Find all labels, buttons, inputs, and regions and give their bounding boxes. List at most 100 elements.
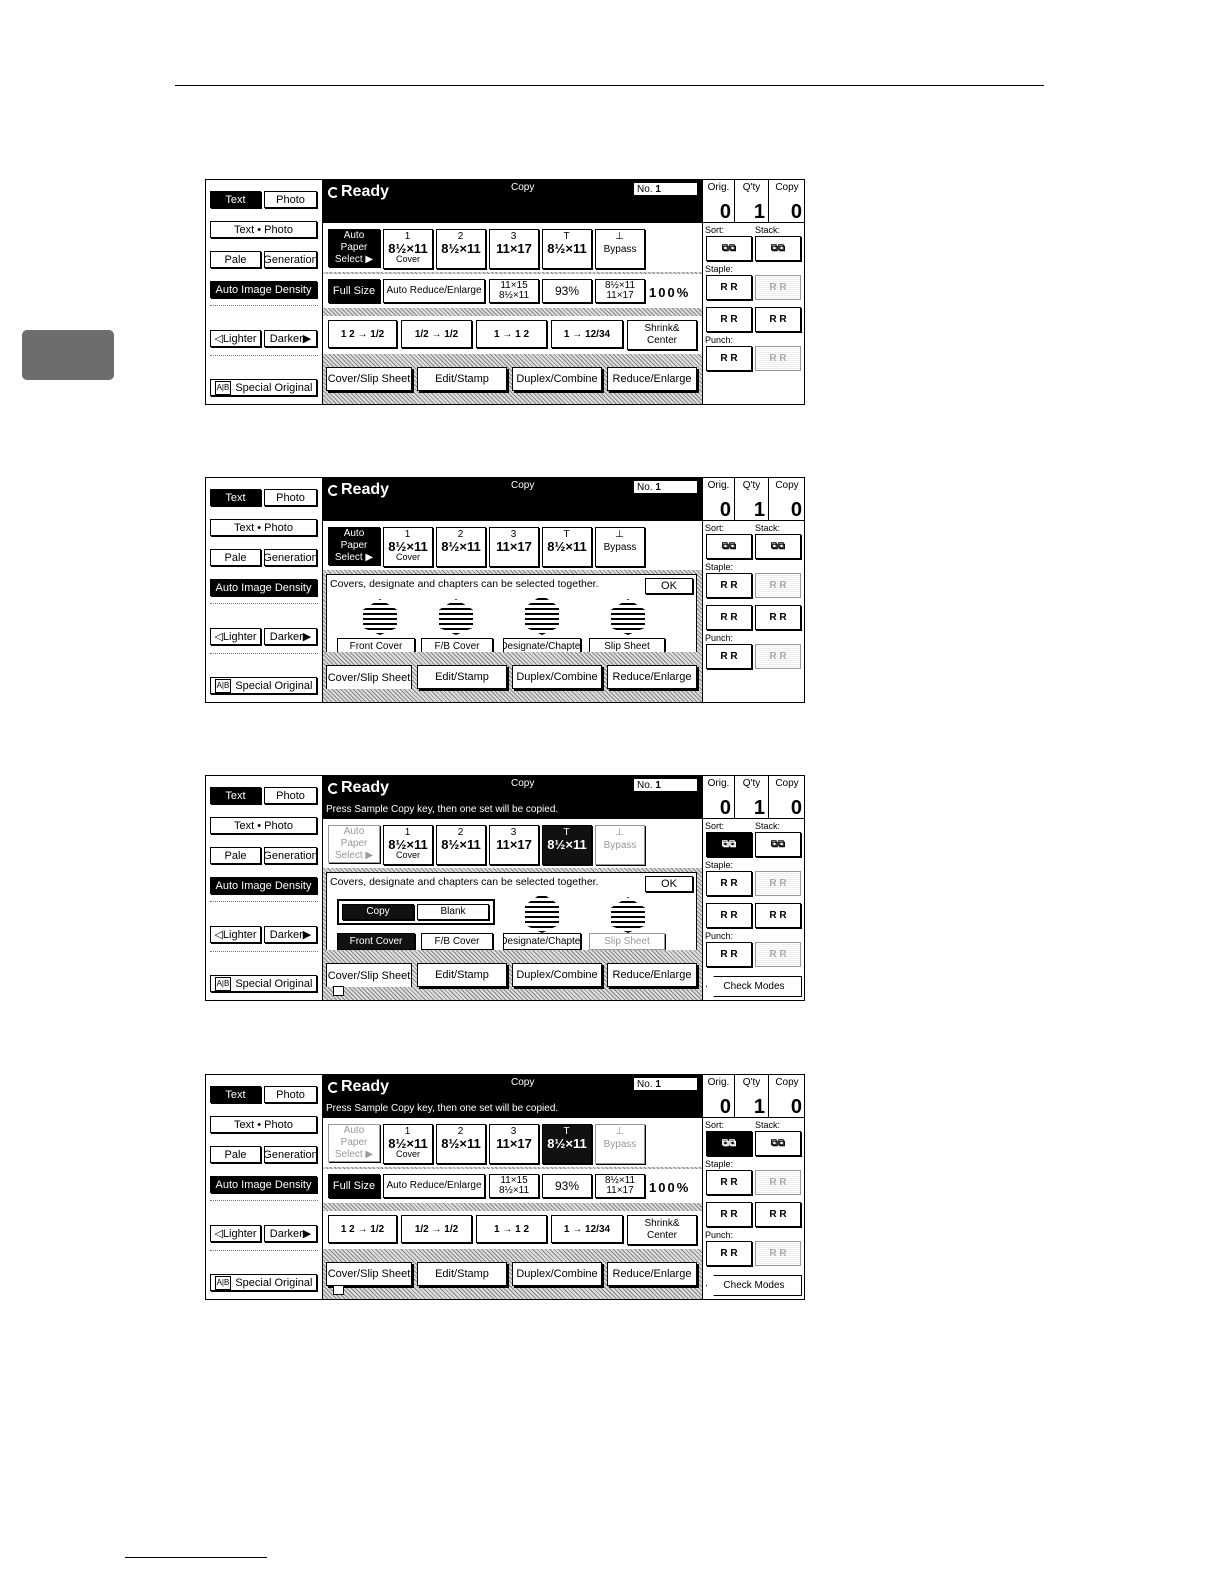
blank-cover-button[interactable]: Blank [417,904,489,920]
generation-mode-button[interactable]: Generation [264,1146,317,1163]
combine-2-button[interactable]: 1/2 → 1/2 [401,320,472,348]
staple-top-left-button[interactable]: R R [706,871,752,896]
staple-double-top-button[interactable]: R R [755,605,801,630]
sort-button[interactable]: ⧉⧉ [706,236,752,261]
combine-4-button[interactable]: 1 → 12/34 [551,1215,623,1243]
tab-duplex-combine[interactable]: Duplex/Combine [512,1262,602,1286]
bypass-tray-button[interactable]: ⊥ Bypass [595,229,645,269]
shrink-center-button[interactable]: Shrink& Center [627,1215,697,1245]
tab-cover-slip-sheet[interactable]: Cover/Slip Sheet [326,1262,412,1286]
punch-top-button[interactable]: R R [755,644,801,669]
auto-reduce-enlarge-button[interactable]: Auto Reduce/Enlarge [383,1174,485,1198]
tab-cover-slip-sheet[interactable]: Cover/Slip Sheet [326,367,412,391]
auto-paper-select-button[interactable]: Auto Paper Select ▶ [328,825,380,863]
tray-1-button[interactable]: 1 8½×11 Cover [383,825,433,865]
punch-top-button[interactable]: R R [755,942,801,967]
darker-button[interactable]: Darker▶ [264,1225,317,1242]
combine-3-button[interactable]: 1 → 1 2 [476,320,547,348]
generation-mode-button[interactable]: Generation [264,549,317,566]
full-size-button[interactable]: Full Size [328,1174,380,1198]
combine-1-button[interactable]: 1 2 → 1/2 [328,1215,397,1243]
staple-double-top-button[interactable]: R R [755,307,801,332]
auto-reduce-enlarge-button[interactable]: Auto Reduce/Enlarge [383,279,485,303]
ratio-93-button[interactable]: 93% [542,1174,592,1198]
stack-button[interactable]: ⧉⧉ [755,832,801,857]
ratio-11x15-button[interactable]: 11×15 8½×11 [489,279,539,303]
ratio-8x11-11x17-button[interactable]: 8½×11 11×17 [595,279,645,303]
staple-double-left-button[interactable]: R R [706,605,752,630]
combine-3-button[interactable]: 1 → 1 2 [476,1215,547,1243]
tray-2-button[interactable]: 2 8½×11 [436,825,486,865]
auto-image-density-button[interactable]: Auto Image Density [210,281,317,298]
pale-mode-button[interactable]: Pale [210,1146,261,1163]
staple-top-left-button[interactable]: R R [706,1170,752,1195]
check-modes-button[interactable]: Check Modes [706,976,802,997]
tray-lct-button[interactable]: T 8½×11 [542,825,592,865]
sort-button[interactable]: ⧉⧉ [706,534,752,559]
lighter-button[interactable]: ◁Lighter [210,330,261,347]
auto-image-density-button[interactable]: Auto Image Density [210,579,317,596]
combine-2-button[interactable]: 1/2 → 1/2 [401,1215,472,1243]
photo-mode-button[interactable]: Photo [264,1086,317,1103]
lighter-button[interactable]: ◁Lighter [210,926,261,943]
tab-cover-slip-sheet[interactable]: Cover/Slip Sheet [326,665,412,689]
text-photo-mode-button[interactable]: Text • Photo [210,519,317,536]
fb-cover-button[interactable]: F/B Cover [421,933,493,950]
sort-button[interactable]: ⧉⧉ [706,1131,752,1156]
front-cover-button[interactable]: Front Cover [337,933,415,950]
ok-button[interactable]: OK [645,578,693,594]
generation-mode-button[interactable]: Generation [264,847,317,864]
bypass-tray-button[interactable]: ⊥ Bypass [595,527,645,567]
tray-2-button[interactable]: 2 8½×11 [436,527,486,567]
slip-sheet-button[interactable]: Slip Sheet [589,933,665,950]
punch-left-button[interactable]: R R [706,942,752,967]
staple-double-left-button[interactable]: R R [706,1202,752,1227]
combine-4-button[interactable]: 1 → 12/34 [551,320,623,348]
designate-chapter-button[interactable]: Designate/Chapter [503,933,581,950]
tab-edit-stamp[interactable]: Edit/Stamp [417,1262,507,1286]
tab-duplex-combine[interactable]: Duplex/Combine [512,367,602,391]
auto-paper-select-button[interactable]: Auto Paper Select ▶ [328,527,380,565]
tab-duplex-combine[interactable]: Duplex/Combine [512,963,602,987]
tray-2-button[interactable]: 2 8½×11 [436,1124,486,1164]
staple-double-top-button[interactable]: R R [755,903,801,928]
punch-left-button[interactable]: R R [706,346,752,371]
tray-1-button[interactable]: 1 8½×11 Cover [383,527,433,567]
text-photo-mode-button[interactable]: Text • Photo [210,221,317,238]
sort-button[interactable]: ⧉⧉ [706,832,752,857]
photo-mode-button[interactable]: Photo [264,787,317,804]
darker-button[interactable]: Darker▶ [264,926,317,943]
tray-1-button[interactable]: 1 8½×11 Cover [383,1124,433,1164]
stack-button[interactable]: ⧉⧉ [755,534,801,559]
lighter-button[interactable]: ◁Lighter [210,628,261,645]
punch-top-button[interactable]: R R [755,346,801,371]
darker-button[interactable]: Darker▶ [264,628,317,645]
auto-image-density-button[interactable]: Auto Image Density [210,877,317,894]
text-mode-button[interactable]: Text [210,787,261,804]
pale-mode-button[interactable]: Pale [210,847,261,864]
tab-edit-stamp[interactable]: Edit/Stamp [417,665,507,689]
tray-3-button[interactable]: 3 11×17 [489,527,539,567]
staple-double-left-button[interactable]: R R [706,307,752,332]
stack-button[interactable]: ⧉⧉ [755,1131,801,1156]
ok-button[interactable]: OK [645,876,693,892]
check-modes-button[interactable]: Check Modes [706,1275,802,1296]
special-original-button[interactable]: A|B Special Original [210,677,317,694]
tab-reduce-enlarge[interactable]: Reduce/Enlarge [607,367,697,391]
tray-1-button[interactable]: 1 8½×11 Cover [383,229,433,269]
stack-button[interactable]: ⧉⧉ [755,236,801,261]
tab-reduce-enlarge[interactable]: Reduce/Enlarge [607,963,697,987]
auto-paper-select-button[interactable]: Auto Paper Select ▶ [328,1124,380,1162]
tab-reduce-enlarge[interactable]: Reduce/Enlarge [607,665,697,689]
special-original-button[interactable]: A|B Special Original [210,379,317,396]
bypass-tray-button[interactable]: ⊥ Bypass [595,825,645,865]
tab-reduce-enlarge[interactable]: Reduce/Enlarge [607,1262,697,1286]
text-mode-button[interactable]: Text [210,489,261,506]
text-mode-button[interactable]: Text [210,1086,261,1103]
copy-on-cover-button[interactable]: Copy [342,904,414,920]
lighter-button[interactable]: ◁Lighter [210,1225,261,1242]
ratio-11x15-button[interactable]: 11×15 8½×11 [489,1174,539,1198]
tray-3-button[interactable]: 3 11×17 [489,825,539,865]
staple-top-left-button[interactable]: R R [706,275,752,300]
text-photo-mode-button[interactable]: Text • Photo [210,817,317,834]
